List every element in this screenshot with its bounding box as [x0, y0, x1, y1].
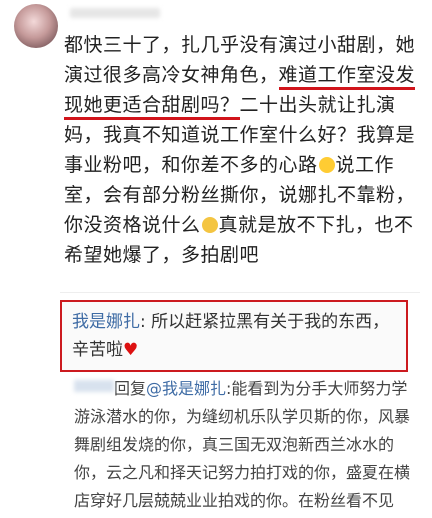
laugh-emoji-icon: [318, 157, 335, 173]
main-comment: 都快三十了，扎几乎没有演过小甜剧，她演过很多高冷女神角色，难道工作室没发现她更适…: [64, 30, 426, 270]
divider: [60, 292, 420, 293]
sub-reply: 回复@我是娜扎:能看到为分手大师努力学游泳潜水的你，为缝纫机乐队学贝斯的你，风暴…: [74, 375, 414, 515]
avatar[interactable]: [14, 4, 58, 48]
username-blurred: [70, 8, 160, 18]
reply-box[interactable]: 我是娜扎: 所以赶紧拉黑有关于我的东西，辛苦啦♥: [60, 300, 408, 372]
cry-emoji-icon: [201, 217, 218, 233]
sub-reply-text: :能看到为分手大师努力学游泳潜水的你，为缝纫机乐队学贝斯的你，风暴舞剧组发烧的你…: [74, 379, 411, 510]
blurred-username: [74, 380, 114, 392]
reply-username[interactable]: 我是娜扎: [72, 312, 140, 332]
sub-reply-prefix: 回复: [114, 379, 147, 398]
sub-reply-mention[interactable]: @我是娜扎: [146, 379, 226, 398]
heart-icon: ♥: [123, 340, 139, 360]
